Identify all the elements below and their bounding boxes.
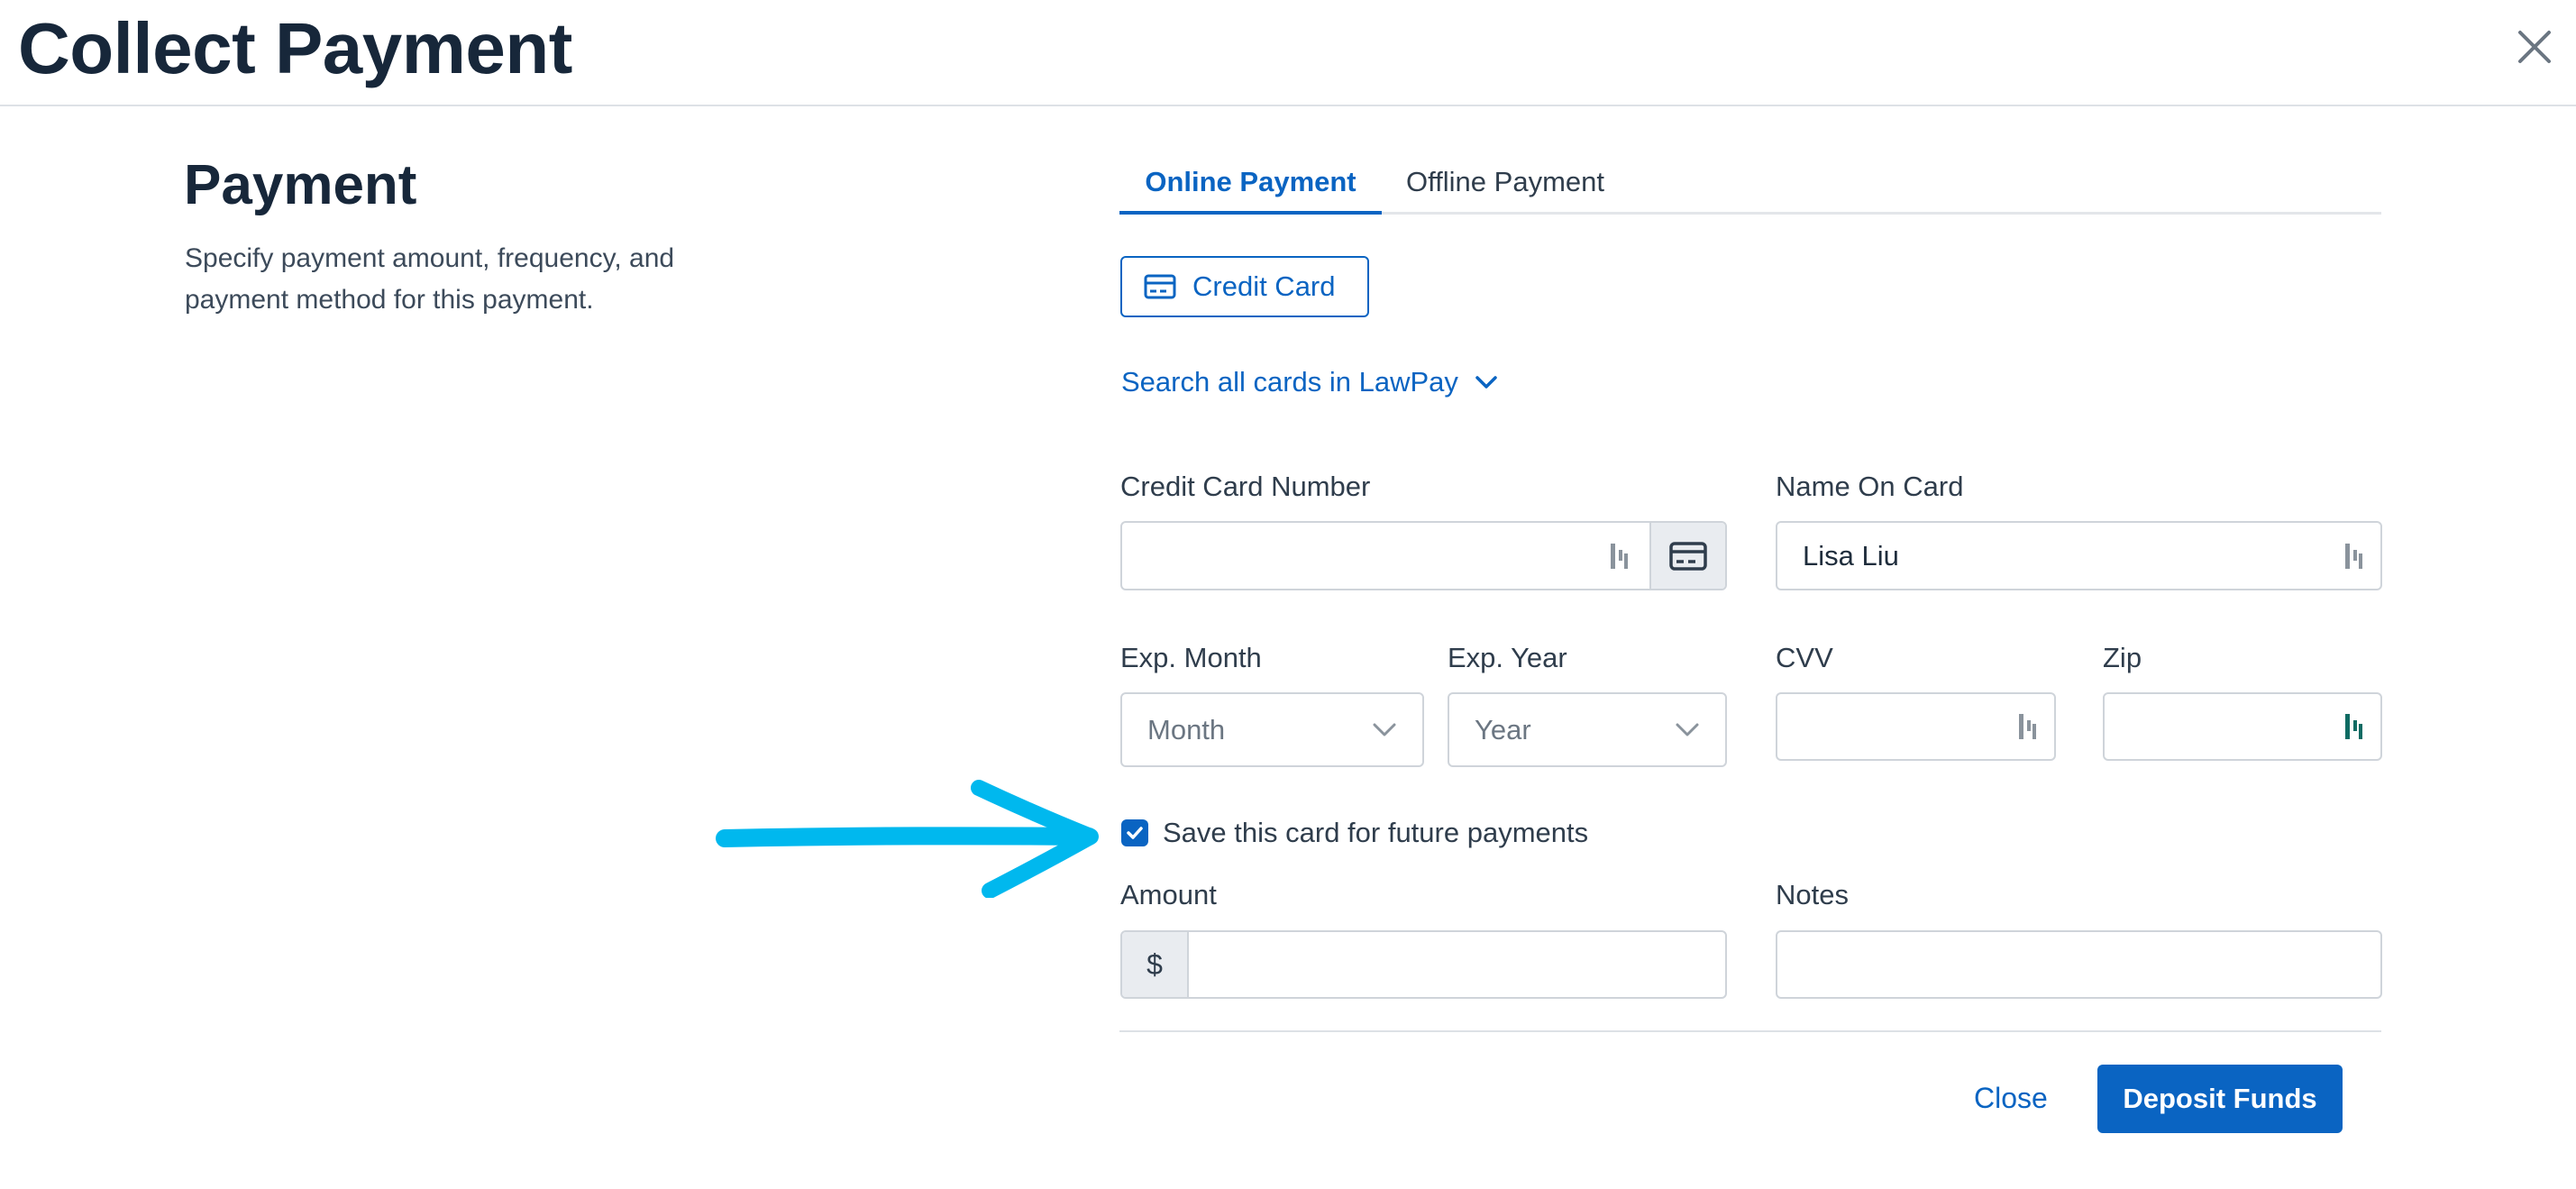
close-button[interactable]: Close xyxy=(1974,1078,2048,1118)
deposit-funds-button[interactable]: Deposit Funds xyxy=(2097,1065,2343,1133)
chevron-down-icon xyxy=(1676,723,1699,736)
credit-card-button-label: Credit Card xyxy=(1192,270,1336,302)
section-title: Payment xyxy=(184,154,417,216)
close-icon[interactable] xyxy=(2506,18,2563,76)
modal-title: Collect Payment xyxy=(18,8,572,88)
exp-month-placeholder: Month xyxy=(1147,713,1226,745)
password-manager-icon xyxy=(2019,714,2036,739)
credit-card-icon xyxy=(1144,274,1176,299)
name-on-card-label: Name On Card xyxy=(1776,471,1964,502)
tab-online-payment[interactable]: Online Payment xyxy=(1119,159,1382,215)
section-description: Specify payment amount, frequency, and p… xyxy=(185,243,675,315)
annotation-arrow-icon xyxy=(716,780,1099,898)
name-on-card-value: Lisa Liu xyxy=(1803,539,1899,572)
modal-header: Collect Payment xyxy=(0,0,2576,106)
password-manager-icon xyxy=(2345,714,2362,739)
zip-input[interactable] xyxy=(2103,692,2382,761)
chevron-down-icon xyxy=(1373,723,1396,736)
name-on-card-input[interactable]: Lisa Liu xyxy=(1776,521,2382,590)
save-card-checkbox[interactable] xyxy=(1121,819,1148,846)
exp-year-placeholder: Year xyxy=(1475,713,1531,745)
chevron-down-icon xyxy=(1475,376,1497,389)
cvv-label: CVV xyxy=(1776,642,1833,673)
password-manager-icon xyxy=(1611,543,1628,569)
cvv-input[interactable] xyxy=(1776,692,2056,761)
currency-prefix: $ xyxy=(1122,932,1189,997)
search-cards-link[interactable]: Search all cards in LawPay xyxy=(1121,362,1498,402)
amount-label: Amount xyxy=(1120,879,1217,910)
card-number-label: Credit Card Number xyxy=(1120,471,1371,502)
credit-card-icon xyxy=(1669,541,1707,571)
save-card-label: Save this card for future payments xyxy=(1163,817,1589,848)
credit-card-button[interactable]: Credit Card xyxy=(1120,256,1369,317)
amount-input[interactable]: $ xyxy=(1120,930,1727,999)
card-type-addon xyxy=(1649,523,1725,589)
password-manager-icon xyxy=(2345,543,2362,569)
save-card-checkbox-row[interactable]: Save this card for future payments xyxy=(1121,817,1588,849)
exp-month-select[interactable]: Month xyxy=(1120,692,1424,767)
search-cards-link-label: Search all cards in LawPay xyxy=(1121,366,1458,398)
zip-label: Zip xyxy=(2103,642,2142,673)
notes-input[interactable] xyxy=(1776,930,2382,999)
tab-offline-payment[interactable]: Offline Payment xyxy=(1406,159,1604,215)
exp-year-label: Exp. Year xyxy=(1448,642,1567,673)
payment-tabs: Online Payment Offline Payment xyxy=(1119,159,2381,215)
notes-label: Notes xyxy=(1776,879,1849,910)
check-icon xyxy=(1127,827,1143,839)
footer-divider xyxy=(1119,1030,2381,1032)
exp-month-label: Exp. Month xyxy=(1120,642,1262,673)
card-number-input[interactable] xyxy=(1120,521,1727,590)
exp-year-select[interactable]: Year xyxy=(1448,692,1727,767)
